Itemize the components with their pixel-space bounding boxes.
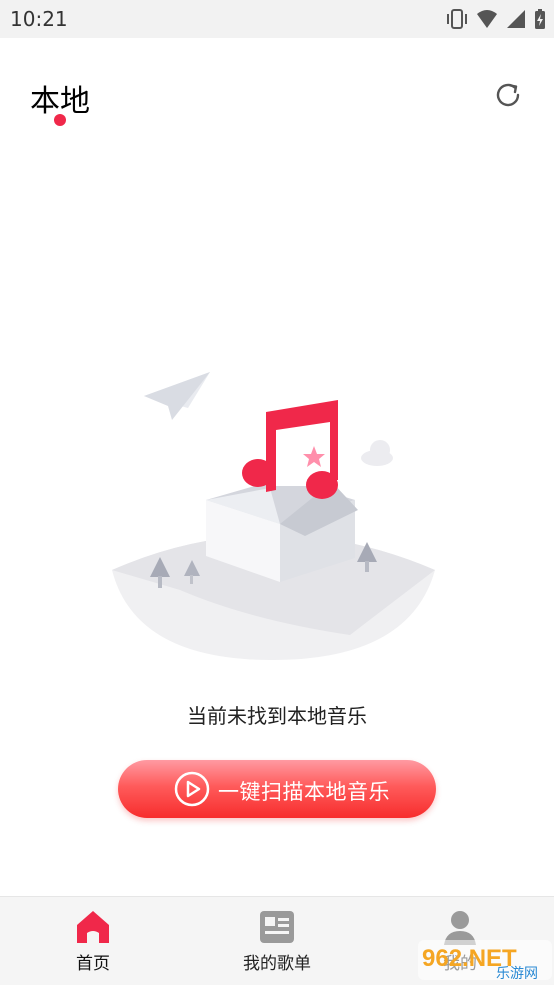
nav-item-home[interactable]: 首页 [33, 897, 153, 985]
status-time: 10:21 [10, 7, 68, 31]
vibrate-icon [447, 9, 467, 29]
signal-icon [507, 10, 525, 28]
refresh-icon[interactable] [492, 79, 524, 111]
wifi-icon [477, 10, 497, 28]
watermark-logo: 962.NET 乐游网 [418, 940, 552, 982]
active-indicator-dot [54, 114, 66, 126]
empty-state-message: 当前未找到本地音乐 [187, 704, 367, 728]
playlist-icon [260, 911, 294, 943]
status-icons [446, 8, 546, 30]
scan-button-label: 一键扫描本地音乐 [218, 780, 390, 804]
home-icon [77, 911, 109, 943]
nav-label-playlist: 我的歌单 [243, 954, 311, 974]
watermark-sub: 乐游网 [496, 966, 538, 982]
play-circle-icon [174, 771, 210, 807]
nav-item-playlist[interactable]: 我的歌单 [217, 897, 337, 985]
nav-label-home: 首页 [76, 954, 110, 974]
cloud-icon [361, 440, 393, 466]
battery-charging-icon [535, 9, 545, 29]
status-bar: 10:21 [0, 0, 554, 38]
scan-local-music-button[interactable]: 一键扫描本地音乐 [118, 760, 436, 818]
music-note-icon [242, 400, 340, 499]
paper-plane-icon [144, 372, 210, 420]
music-box-illustration [112, 372, 435, 660]
